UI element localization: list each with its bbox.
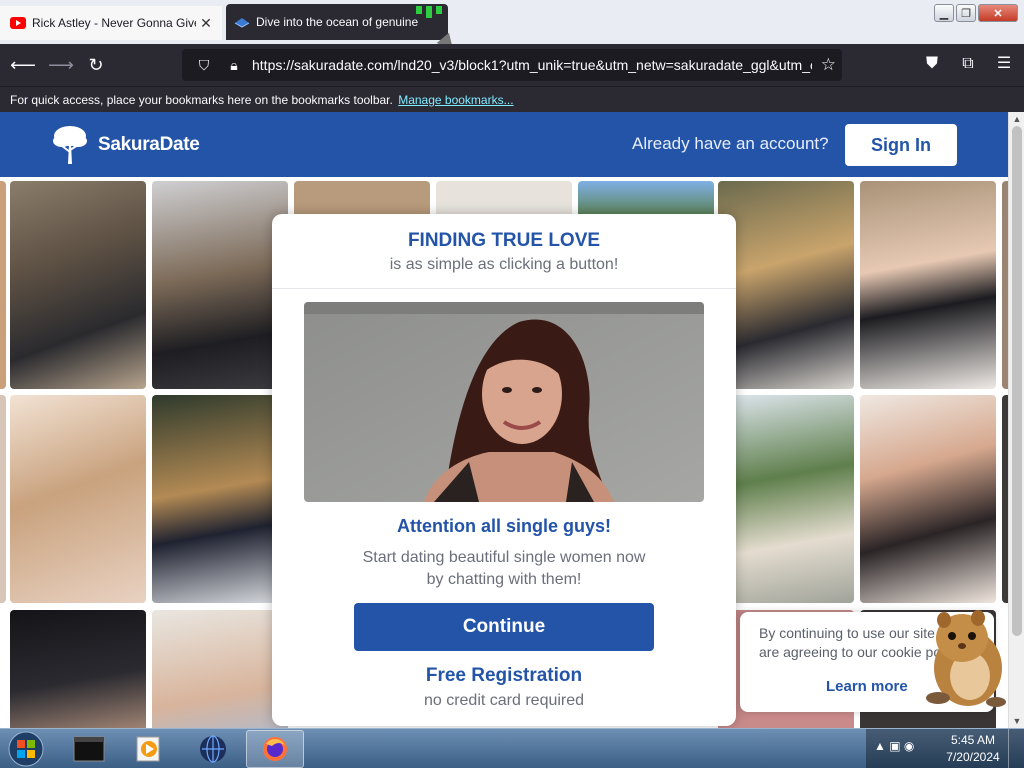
menu-icon[interactable]: ☰: [992, 52, 1016, 76]
extensions-icon[interactable]: ⧉: [956, 52, 980, 76]
media-indicator-icon: [416, 6, 442, 18]
terminal-icon: [73, 736, 105, 762]
shield-icon[interactable]: ⛉: [192, 53, 216, 77]
tab-rick-astley[interactable]: Rick Astley - Never Gonna Give You Up ✕: [0, 6, 222, 40]
continue-button[interactable]: Continue: [354, 603, 654, 651]
profile-photo[interactable]: [860, 395, 996, 603]
scroll-up-arrow-icon[interactable]: ▲: [1009, 114, 1024, 124]
no-credit-card-text: no credit card required: [423, 692, 585, 709]
profile-photo[interactable]: [152, 181, 288, 389]
url-text[interactable]: https://sakuradate.com/lnd20_v3/block1?u…: [252, 57, 812, 73]
scroll-down-arrow-icon[interactable]: ▼: [1009, 716, 1024, 726]
bookmarks-toolbar: For quick access, place your bookmarks h…: [0, 86, 1024, 112]
scrollbar-thumb[interactable]: [1012, 126, 1022, 636]
profile-photo[interactable]: [718, 181, 854, 389]
minimize-button[interactable]: ▁: [934, 4, 954, 22]
clock-date[interactable]: 7/20/2024: [940, 750, 1006, 764]
featured-profile-photo: [304, 302, 704, 502]
profile-photo[interactable]: [10, 395, 146, 603]
modal-subtitle: is as simple as clicking a button!: [389, 256, 619, 273]
tab-close-button[interactable]: ✕: [196, 15, 216, 32]
profile-photo[interactable]: [0, 181, 6, 389]
windows-taskbar: ▲ ▣ ◉ 5:45 AM 7/20/2024: [0, 728, 1024, 768]
profile-photo[interactable]: [152, 610, 288, 728]
already-account-text: Already have an account?: [632, 134, 829, 153]
profile-photo[interactable]: [0, 395, 6, 603]
back-button[interactable]: ⟵: [10, 52, 36, 78]
free-registration-text: Free Registration: [425, 665, 583, 686]
taskbar-firefox[interactable]: [246, 730, 304, 768]
show-desktop-button[interactable]: [1008, 729, 1024, 768]
youtube-icon: [10, 17, 26, 29]
brand-name: SakuraDate: [98, 134, 200, 155]
modal-divider: [272, 288, 736, 289]
signup-modal: FINDING TRUE LOVE is as simple as clicki…: [272, 214, 736, 726]
sakura-icon: [234, 18, 250, 28]
sign-in-button[interactable]: Sign In: [845, 124, 957, 166]
learn-more-link[interactable]: Learn more: [826, 678, 908, 695]
taskbar-network-app[interactable]: [184, 730, 242, 768]
bookmark-star-icon[interactable]: ☆: [821, 55, 836, 75]
hamster-mascot-icon[interactable]: [918, 606, 1008, 710]
page-scrollbar[interactable]: ▲ ▼: [1008, 112, 1024, 728]
tree-logo-icon: [53, 126, 87, 164]
attention-heading: Attention all single guys!: [396, 516, 611, 536]
firefox-icon: [263, 737, 287, 761]
clock-time[interactable]: 5:45 AM: [946, 733, 1000, 747]
profile-photo[interactable]: [860, 181, 996, 389]
globe-icon: [200, 735, 226, 763]
close-window-button[interactable]: ✕: [978, 4, 1018, 22]
profile-photo[interactable]: [152, 395, 288, 603]
profile-photo[interactable]: [10, 610, 146, 728]
tab-title: Rick Astley - Never Gonna Give You Up: [32, 16, 196, 30]
reload-button[interactable]: ↻: [83, 52, 109, 78]
browser-tab-bar: Rick Astley - Never Gonna Give You Up ✕ …: [0, 0, 1024, 56]
modal-description: Start dating beautiful single women now …: [272, 547, 736, 591]
taskbar-terminal[interactable]: [60, 730, 118, 768]
media-player-icon: [136, 736, 160, 762]
profile-photo[interactable]: [10, 181, 146, 389]
profile-photo[interactable]: [718, 395, 854, 603]
description-line: Start dating beautiful single women now: [362, 549, 646, 566]
site-header: SakuraDate Already have an account? Sign…: [0, 112, 1008, 177]
tab-sakuradate[interactable]: Dive into the ocean of genuine: [226, 4, 448, 40]
featured-photo-illustration: [304, 302, 704, 502]
description-line: by chatting with them!: [426, 571, 582, 588]
lock-icon[interactable]: 🔒︎: [222, 53, 246, 77]
desktop: Rick Astley - Never Gonna Give You Up ✕ …: [0, 0, 1024, 768]
forward-button[interactable]: ⟶: [48, 52, 74, 78]
toolbar-right: ⛊ ⧉ ☰: [920, 52, 1016, 76]
sakuradate-logo[interactable]: SakuraDate: [50, 124, 200, 166]
browser-nav-bar: ⟵ ⟶ ↻ ⛉ 🔒︎ https://sakuradate.com/lnd20_…: [0, 44, 1024, 86]
bookmarks-message: For quick access, place your bookmarks h…: [10, 93, 393, 107]
start-button[interactable]: [4, 729, 48, 768]
taskbar-media-player[interactable]: [120, 730, 178, 768]
maximize-button[interactable]: ❐: [956, 4, 976, 22]
manage-bookmarks-link[interactable]: Manage bookmarks...: [398, 93, 513, 107]
window-controls: ▁ ❐ ✕: [934, 4, 1018, 22]
modal-title: FINDING TRUE LOVE: [407, 230, 601, 251]
address-bar[interactable]: ⛉ 🔒︎ https://sakuradate.com/lnd20_v3/blo…: [182, 49, 842, 81]
page-content: SakuraDate Already have an account? Sign…: [0, 112, 1008, 728]
pocket-icon[interactable]: ⛊: [920, 52, 944, 76]
tray-icons[interactable]: ▲ ▣ ◉: [874, 739, 914, 753]
